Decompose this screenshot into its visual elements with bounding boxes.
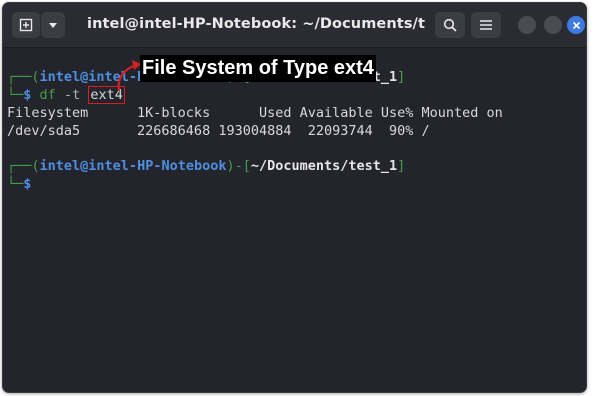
prompt-end: ] [397, 69, 406, 85]
prompt-user: intel [39, 69, 81, 85]
prompt-corner: └─ [7, 87, 24, 103]
window-title: intel@intel-HP-Notebook: ~/Documents/tes… [87, 16, 425, 32]
chevron-down-icon [49, 22, 57, 28]
prompt-open: ┌──( [7, 158, 40, 174]
prompt-cwd: ~/Documents/test_1 [250, 158, 398, 174]
prompt-corner: └─ [7, 176, 24, 192]
prompt-line: ┌──(intel@intel-HP-Notebook)-[~/Document… [7, 157, 405, 175]
menu-button[interactable] [471, 12, 501, 38]
prompt-line-2: └─$ [7, 175, 31, 193]
annotation-arrow-icon [117, 60, 141, 92]
output-header: Filesystem 1K-blocks Used Available Use%… [7, 105, 503, 121]
hamburger-menu-icon [480, 20, 492, 30]
prompt-dollar: $ [23, 87, 32, 103]
terminal-content[interactable]: ┌──(intel@intel-HP-Notebook)-[~/Document… [3, 48, 586, 392]
new-tab-icon [19, 18, 33, 32]
prompt-close: )-[ [226, 158, 251, 174]
maximize-button[interactable] [544, 16, 562, 34]
minimize-button[interactable] [518, 16, 536, 34]
minimize-icon [523, 21, 531, 29]
output-row: /dev/sda5 226686468 193004884 22093744 9… [7, 123, 430, 139]
prompt-open: ┌──( [7, 69, 40, 85]
maximize-icon [549, 21, 557, 29]
command-flag: -t [63, 87, 81, 103]
command-line: └─$ df -t ext4 [7, 86, 125, 104]
title-bar: intel@intel-HP-Notebook: ~/Documents/tes… [3, 3, 586, 48]
prompt-host: intel-HP-Notebook [88, 158, 227, 174]
command-name: df [39, 87, 56, 103]
terminal-window: intel@intel-HP-Notebook: ~/Documents/tes… [2, 2, 587, 393]
annotation-label: File System of Type ext4 [140, 55, 376, 82]
tab-menu-button[interactable] [41, 12, 65, 38]
prompt-user: intel [39, 158, 81, 174]
close-icon [572, 21, 580, 29]
search-icon [443, 18, 457, 32]
search-button[interactable] [435, 12, 465, 38]
prompt-end: ] [397, 158, 406, 174]
new-tab-button[interactable] [12, 12, 40, 38]
prompt-dollar: $ [23, 176, 32, 192]
close-button[interactable] [567, 16, 585, 34]
